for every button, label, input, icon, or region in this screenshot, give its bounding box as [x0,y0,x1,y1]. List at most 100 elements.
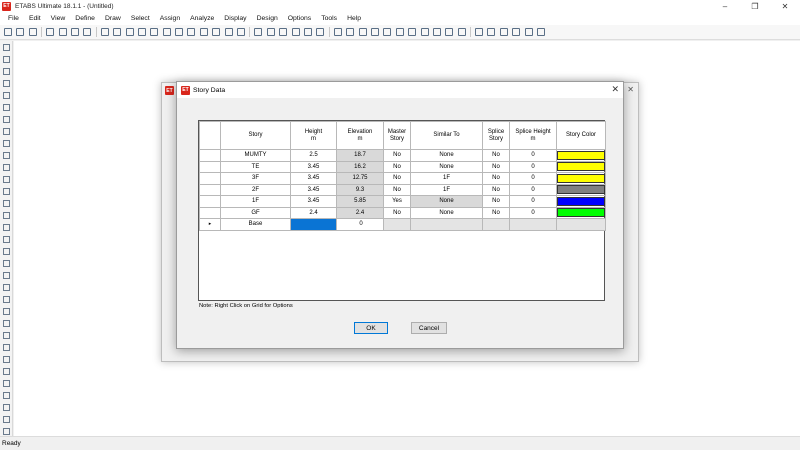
draw-area-tool[interactable] [1,126,12,137]
draw-column-tool[interactable] [1,102,12,113]
draw-snap-mid-tool[interactable] [1,378,12,389]
diaphragm-button[interactable] [523,26,535,38]
menu-edit[interactable]: Edit [24,15,46,22]
zoom-window-button[interactable] [124,26,136,38]
draw-brace-tool[interactable] [1,90,12,101]
pointer-tool[interactable] [1,42,12,53]
draw-link-button[interactable] [419,26,431,38]
draw-beam-button[interactable] [344,26,356,38]
draw-slab-button[interactable] [394,26,406,38]
table-row[interactable]: 3F 3.45 12.75 No 1F No 0 [199,172,606,185]
draw-wall-button[interactable] [381,26,393,38]
row-selector[interactable] [199,183,221,196]
draw-opening-button[interactable] [406,26,418,38]
cell-story-color[interactable] [556,149,606,162]
pan-button[interactable] [173,26,185,38]
undo-button[interactable] [44,26,56,38]
row-selector[interactable] [199,160,221,173]
menu-select[interactable]: Select [126,15,155,22]
view-3d-button[interactable] [185,26,197,38]
draw-grid-tool[interactable] [1,246,12,257]
display-options-button[interactable] [290,26,302,38]
menu-draw[interactable]: Draw [100,15,126,22]
refresh-button[interactable] [235,26,247,38]
zoom-in-button[interactable] [111,26,123,38]
cell-splice-height[interactable]: 0 [509,172,557,185]
move-up-button[interactable] [252,26,264,38]
object-shrink-button[interactable] [277,26,289,38]
draw-restraint-tool[interactable] [1,330,12,341]
dialog-close-button[interactable]: ✕ [611,84,619,95]
cell-height[interactable]: 3.45 [290,172,337,185]
table-row[interactable]: TE 3.45 16.2 No None No 0 [199,160,606,173]
menu-analyze[interactable]: Analyze [185,15,219,22]
close-window-button[interactable]: ✕ [770,0,800,12]
col-header-similar-to[interactable]: Similar To [410,121,483,150]
draw-link-tool[interactable] [1,198,12,209]
col-header-splice-story[interactable]: Splice Story [482,121,510,150]
cell-story-color[interactable] [556,172,606,185]
run-button[interactable] [99,26,111,38]
draw-section-cut-button[interactable] [456,26,468,38]
cell-splice-height[interactable]: 0 [509,183,557,196]
cell-height[interactable]: 3.45 [290,160,337,173]
draw-wall-tool[interactable] [1,162,12,173]
zoom-prev-button[interactable] [148,26,160,38]
table-row[interactable]: 1F 3.45 5.85 Yes None No 0 [199,195,606,208]
pencil-button[interactable] [69,26,81,38]
cell-story-color[interactable] [556,206,606,219]
cell-story-color[interactable] [556,195,606,208]
cell-height[interactable]: 2.5 [290,149,337,162]
zoom-extents-button[interactable] [161,26,173,38]
cell-story[interactable]: TE [220,160,291,173]
draw-column-button[interactable] [357,26,369,38]
menu-display[interactable]: Display [219,15,251,22]
col-header-master-story[interactable]: Master Story [383,121,411,150]
maximize-button[interactable]: ❐ [740,0,770,12]
col-header-height[interactable]: Height m [290,121,337,150]
cell-splice-height[interactable]: 0 [509,195,557,208]
assign-button[interactable] [314,26,326,38]
draw-section-tool[interactable] [1,270,12,281]
draw-support-tool[interactable] [1,318,12,329]
cell-height[interactable]: 3.45 [290,195,337,208]
cell-similar-to[interactable]: None [410,149,483,162]
assign-shell-button[interactable] [498,26,510,38]
cell-similar-to[interactable]: None [410,206,483,219]
cell-master-story[interactable]: No [383,206,411,219]
cell-height[interactable]: 3.45 [290,183,337,196]
cell-story[interactable]: GF [220,206,291,219]
view-plan-button[interactable] [198,26,210,38]
assign-frame-button[interactable] [485,26,497,38]
draw-dimension-tool[interactable] [1,258,12,269]
cell-story-color[interactable] [556,160,606,173]
cell-height-selected[interactable] [290,218,337,231]
draw-dimension-button[interactable] [443,26,455,38]
col-header-story-color[interactable]: Story Color [556,121,606,150]
draw-point-tool[interactable] [1,210,12,221]
menu-design[interactable]: Design [252,15,283,22]
menu-options[interactable]: Options [283,15,316,22]
draw-wall-stack-tool[interactable] [1,186,12,197]
draw-snap-grid-tool[interactable] [1,390,12,401]
move-down-button[interactable] [265,26,277,38]
draw-frame-button[interactable] [332,26,344,38]
draw-beam-tool[interactable] [1,78,12,89]
minimize-button[interactable]: – [710,0,740,12]
draw-snap-perp-tool[interactable] [1,402,12,413]
cell-elevation-input[interactable]: 0 [336,218,384,231]
cell-splice-story[interactable]: No [482,149,510,162]
col-header-elevation[interactable]: Elevation m [336,121,384,150]
draw-rect-area-tool[interactable] [1,150,12,161]
cell-similar-to[interactable]: None [410,195,483,208]
draw-grid-button[interactable] [431,26,443,38]
save-button[interactable] [27,26,39,38]
col-header-splice-height[interactable]: Splice Height m [509,121,557,150]
row-selector[interactable] [199,206,221,219]
cell-story[interactable]: 2F [220,183,291,196]
cell-master-story[interactable]: No [383,183,411,196]
draw-brace-button[interactable] [369,26,381,38]
draw-line-tool[interactable] [1,66,12,77]
open-button[interactable] [14,26,26,38]
col-header-story[interactable]: Story [220,121,291,150]
